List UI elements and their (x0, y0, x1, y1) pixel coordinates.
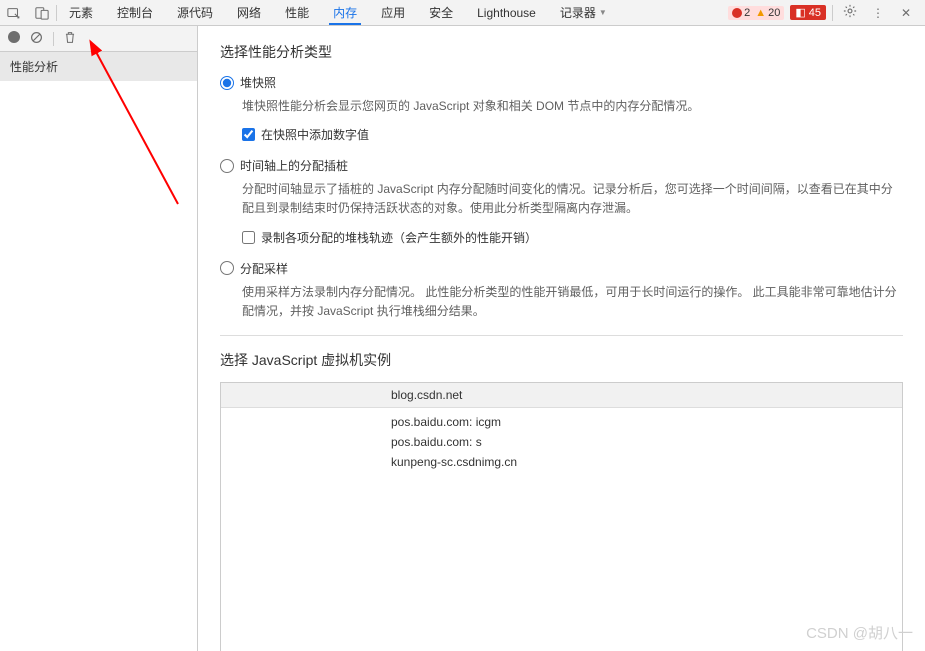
vm-instance-table: blog.csdn.net pos.baidu.com: icgm pos.ba… (220, 382, 903, 651)
divider (832, 5, 833, 21)
more-icon[interactable]: ⋮ (867, 6, 889, 20)
radio-input[interactable] (220, 261, 234, 275)
radio-input[interactable] (220, 159, 234, 173)
sidebar-item-profiles[interactable]: 性能分析 (0, 52, 197, 81)
tabbar-left: 元素 控制台 源代码 网络 性能 内存 应用 安全 Lighthouse 记录器… (0, 0, 619, 25)
tab-memory[interactable]: 内存 (321, 0, 369, 25)
inspect-icon[interactable] (0, 0, 28, 25)
record-icon[interactable] (8, 31, 20, 46)
issues-badge[interactable]: ◧45 (790, 5, 826, 20)
option-allocation-sampling: 分配采样 使用采样方法录制内存分配情况。 此性能分析类型的性能开销最低，可用于长… (220, 260, 903, 321)
tab-label: 源代码 (177, 4, 213, 21)
error-count: 2 (732, 7, 750, 19)
tabbar-right: 2 ▲20 ◧45 ⋮ ✕ (728, 0, 925, 25)
tab-elements[interactable]: 元素 (57, 0, 105, 25)
vm-row[interactable]: kunpeng-sc.csdnimg.cn (221, 452, 902, 472)
radio-allocation-sampling[interactable]: 分配采样 (220, 260, 903, 277)
issue-icon: ◧ (795, 6, 805, 19)
checkbox-input[interactable] (242, 231, 255, 244)
close-icon[interactable]: ✕ (895, 6, 917, 20)
separator (220, 335, 903, 336)
checkbox-label: 录制各项分配的堆栈轨迹（会产生额外的性能开销） (261, 229, 537, 246)
tab-label: 记录器 (560, 4, 596, 21)
trash-icon[interactable] (64, 31, 76, 47)
tab-label: 网络 (237, 4, 261, 21)
sidebar-item-label: 性能分析 (10, 60, 58, 74)
error-icon (732, 8, 742, 18)
tab-label: 元素 (69, 4, 93, 21)
tab-network[interactable]: 网络 (225, 0, 273, 25)
checkbox-record-stacks[interactable]: 录制各项分配的堆栈轨迹（会产生额外的性能开销） (242, 229, 903, 246)
device-toggle-icon[interactable] (28, 0, 56, 25)
tab-label: 内存 (333, 4, 357, 21)
warning-count: ▲20 (755, 7, 780, 19)
clear-icon[interactable] (30, 31, 43, 47)
vm-header-label: blog.csdn.net (391, 388, 462, 402)
option-desc: 分配时间轴显示了插桩的 JavaScript 内存分配随时间变化的情况。记录分析… (242, 180, 903, 218)
radio-label: 堆快照 (240, 74, 276, 91)
option-heap-snapshot: 堆快照 堆快照性能分析会显示您网页的 JavaScript 对象和相关 DOM … (220, 74, 903, 143)
warning-icon: ▲ (755, 7, 766, 19)
content-panel: 选择性能分析类型 堆快照 堆快照性能分析会显示您网页的 JavaScript 对… (198, 26, 925, 651)
tab-label: 性能 (285, 4, 309, 21)
vm-table-body: pos.baidu.com: icgm pos.baidu.com: s kun… (221, 408, 902, 651)
tab-label: 控制台 (117, 4, 153, 21)
radio-label: 分配采样 (240, 260, 288, 277)
tab-label: 安全 (429, 4, 453, 21)
main-area: 性能分析 选择性能分析类型 堆快照 堆快照性能分析会显示您网页的 JavaScr… (0, 26, 925, 651)
tab-lighthouse[interactable]: Lighthouse (465, 0, 548, 25)
sidebar: 性能分析 (0, 26, 198, 651)
tab-application[interactable]: 应用 (369, 0, 417, 25)
tab-recorder[interactable]: 记录器▼ (548, 0, 619, 25)
tab-performance[interactable]: 性能 (273, 0, 321, 25)
option-allocation-timeline: 时间轴上的分配插桩 分配时间轴显示了插桩的 JavaScript 内存分配随时间… (220, 157, 903, 245)
vm-table-header-row[interactable]: blog.csdn.net (221, 383, 902, 408)
vm-row[interactable]: pos.baidu.com: icgm (221, 412, 902, 432)
checkbox-add-numeric[interactable]: 在快照中添加数字值 (242, 126, 903, 143)
checkbox-input[interactable] (242, 128, 255, 141)
option-desc: 堆快照性能分析会显示您网页的 JavaScript 对象和相关 DOM 节点中的… (242, 97, 903, 116)
radio-allocation-timeline[interactable]: 时间轴上的分配插桩 (220, 157, 903, 174)
tab-label: Lighthouse (477, 6, 536, 20)
tab-label: 应用 (381, 4, 405, 21)
radio-input[interactable] (220, 76, 234, 90)
devtools-tabbar: 元素 控制台 源代码 网络 性能 内存 应用 安全 Lighthouse 记录器… (0, 0, 925, 26)
checkbox-label: 在快照中添加数字值 (261, 126, 369, 143)
vm-row[interactable]: pos.baidu.com: s (221, 432, 902, 452)
section-title: 选择性能分析类型 (220, 42, 903, 62)
tab-security[interactable]: 安全 (417, 0, 465, 25)
divider (53, 32, 54, 46)
watermark: CSDN @胡八一 (806, 622, 913, 643)
radio-heap-snapshot[interactable]: 堆快照 (220, 74, 903, 91)
vm-section-title: 选择 JavaScript 虚拟机实例 (220, 350, 903, 370)
tab-console[interactable]: 控制台 (105, 0, 165, 25)
sidebar-toolbar (0, 26, 197, 52)
chevron-down-icon: ▼ (599, 8, 607, 17)
radio-label: 时间轴上的分配插桩 (240, 157, 348, 174)
option-desc: 使用采样方法录制内存分配情况。 此性能分析类型的性能开销最低，可用于长时间运行的… (242, 283, 903, 321)
settings-icon[interactable] (839, 4, 861, 21)
tab-sources[interactable]: 源代码 (165, 0, 225, 25)
console-badge[interactable]: 2 ▲20 (728, 6, 784, 20)
